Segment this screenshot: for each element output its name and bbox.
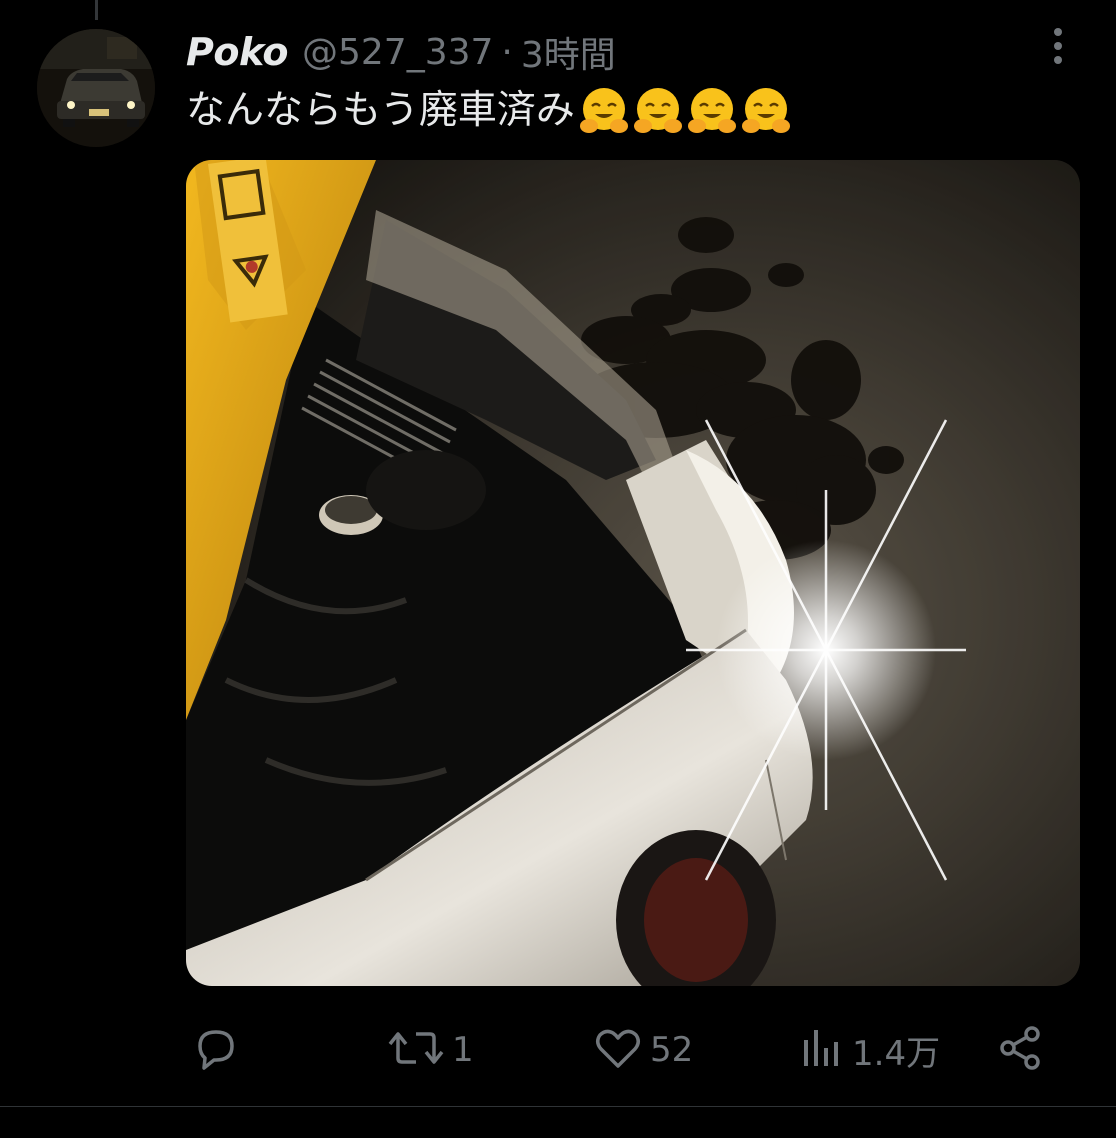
timestamp[interactable]: 3時間: [521, 26, 616, 78]
share-button[interactable]: [996, 1020, 1044, 1080]
retweet-icon: [386, 1022, 446, 1078]
more-options-button[interactable]: [1038, 26, 1078, 70]
more-icon: [1052, 26, 1064, 70]
views-count: 1.4万: [852, 1033, 941, 1074]
avatar[interactable]: [37, 29, 155, 147]
tweet-header: Poko @527_337 · 3時間: [186, 26, 616, 78]
tweet-body: なんならもう廃車済み: [186, 88, 575, 133]
views-button[interactable]: 1.4万: [798, 1020, 940, 1080]
hugging-face-emoji-icon: [577, 84, 631, 138]
like-button[interactable]: 52: [592, 1020, 693, 1080]
tweet-text: なんならもう廃車済み: [186, 84, 793, 138]
reply-icon: [190, 1022, 242, 1078]
emoji-group: [577, 84, 793, 138]
retweet-count: 1: [452, 1030, 474, 1070]
reply-button[interactable]: [190, 1020, 248, 1080]
heart-icon: [592, 1022, 644, 1078]
hugging-face-emoji-icon: [739, 84, 793, 138]
share-icon: [996, 1022, 1044, 1078]
views-icon: [798, 1022, 846, 1078]
user-handle[interactable]: @527_337: [302, 32, 493, 73]
action-bar: 1 52 1.4万: [186, 1020, 1046, 1080]
tweet-divider: [0, 1106, 1116, 1107]
hugging-face-emoji-icon: [631, 84, 685, 138]
separator-dot: ·: [501, 31, 513, 73]
tweet-photo[interactable]: [186, 160, 1080, 986]
like-count: 52: [650, 1030, 694, 1070]
hugging-face-emoji-icon: [685, 84, 739, 138]
display-name[interactable]: Poko: [186, 30, 288, 74]
retweet-button[interactable]: 1: [386, 1020, 474, 1080]
thread-connector-line: [95, 0, 98, 20]
